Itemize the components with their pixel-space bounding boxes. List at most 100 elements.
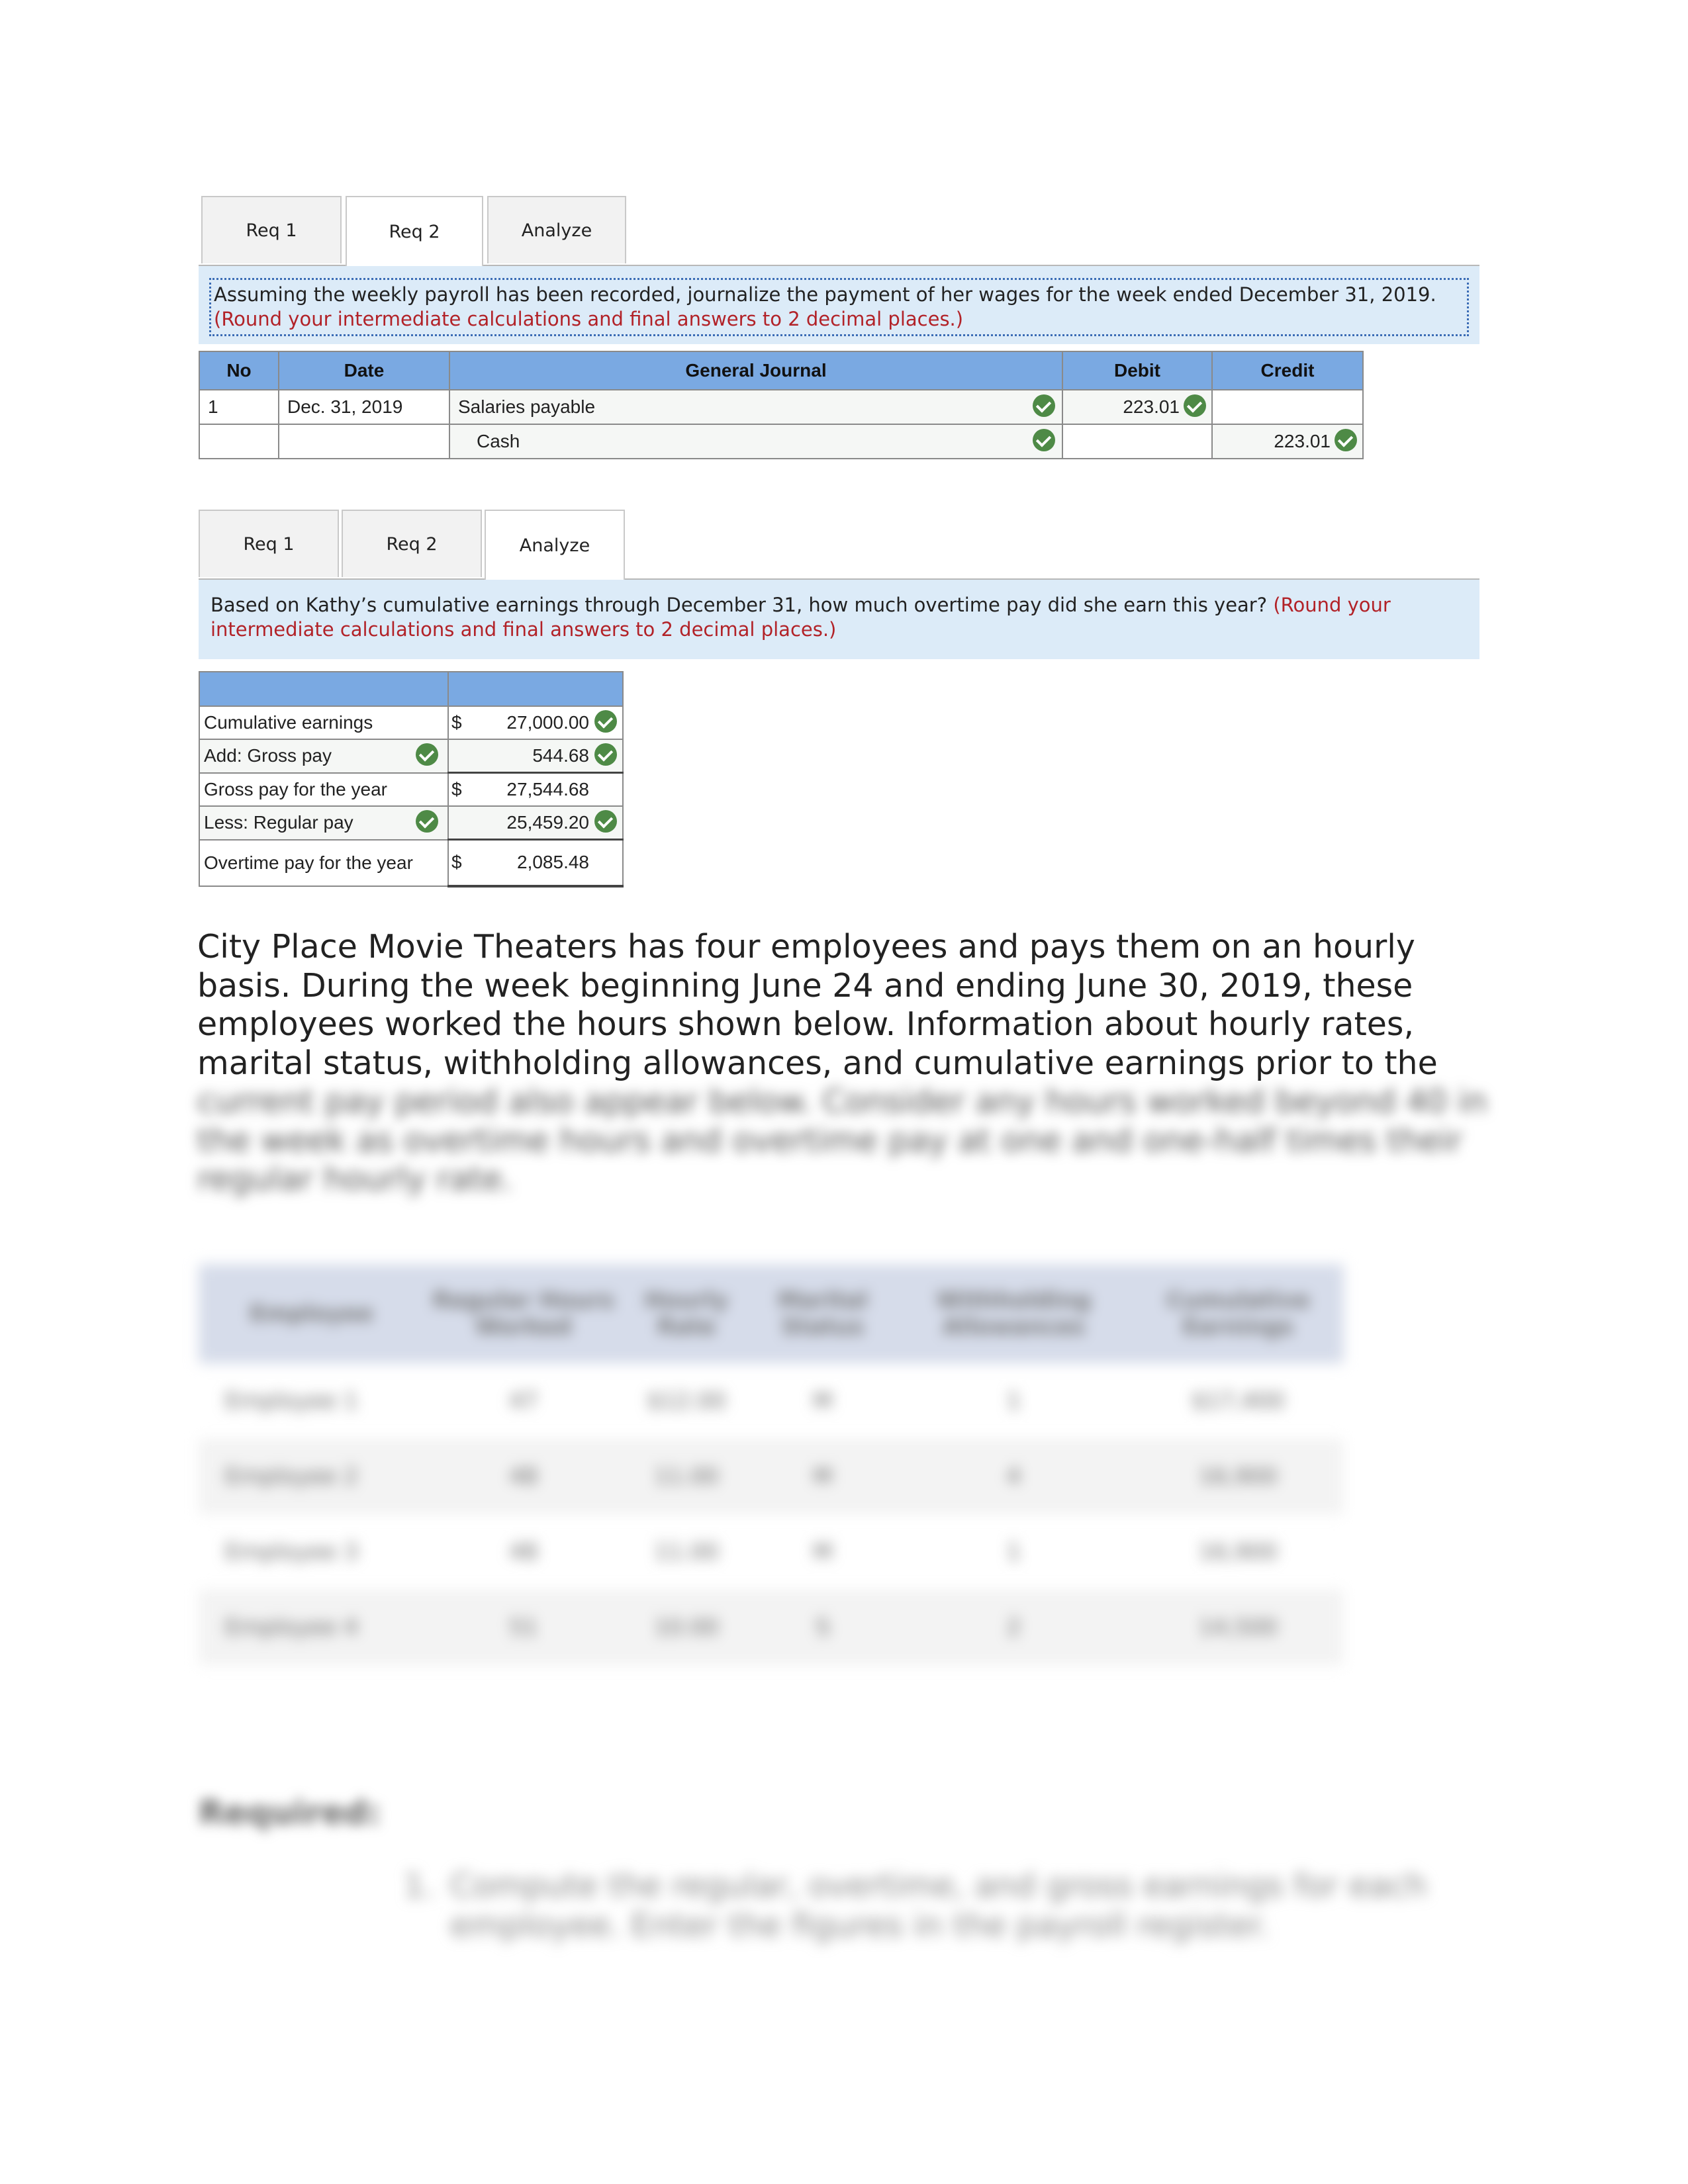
correct-check-icon: [1335, 429, 1357, 451]
general-journal-table: No Date General Journal Debit Credit 1 D…: [199, 351, 1364, 459]
instruction-panel-req2: Assuming the weekly payroll has been rec…: [199, 266, 1479, 344]
row-value-cell[interactable]: $ 27,000.00: [447, 705, 624, 740]
analysis-row: Less: Regular pay 25,459.20: [199, 805, 624, 841]
account-cell[interactable]: Cash: [449, 424, 1063, 459]
earnings: 14,500: [1132, 1590, 1344, 1665]
dollar-sign: $: [451, 712, 462, 733]
problem-text: City Place Movie Theaters has four emplo…: [197, 928, 1438, 1082]
journal-row: Cash 223.01: [199, 424, 1364, 459]
employee-header-row: Employee Regular Hours Worked Hourly Rat…: [199, 1264, 1344, 1363]
header-hours: Regular Hours Worked: [424, 1264, 623, 1363]
header-rate: Hourly Rate: [622, 1264, 751, 1363]
analysis-row: Overtime pay for the year $ 2,085.48: [199, 839, 624, 887]
dollar-sign: $: [451, 852, 462, 873]
header-general-journal: General Journal: [449, 351, 1063, 390]
correct-check-icon: [594, 710, 617, 733]
header-value: [447, 671, 624, 707]
allowances: 1: [1006, 1539, 1021, 1565]
correct-check-icon: [1033, 429, 1055, 451]
row-value[interactable]: 25,459.20: [506, 812, 589, 833]
correct-check-icon: [594, 810, 617, 833]
rate: 11.00: [654, 1539, 719, 1565]
debit-value[interactable]: 223.01: [1123, 396, 1180, 417]
required-item-text: Compute the regular, overtime, and gross…: [450, 1867, 1427, 1944]
instruction-text: Assuming the weekly payroll has been rec…: [214, 283, 1436, 306]
rounding-note: (Round your intermediate calculations an…: [214, 308, 964, 330]
employee-row: Employee 4 51 10.00 S 2 14,500: [199, 1590, 1344, 1665]
row-value-cell: $ 27,544.68: [447, 772, 624, 807]
tab-analyze[interactable]: Analyze: [487, 196, 626, 263]
row-label[interactable]: Add: Gross pay: [204, 745, 332, 766]
header-debit: Debit: [1062, 351, 1213, 390]
earnings: 16,900: [1132, 1439, 1344, 1514]
debit-cell[interactable]: [1062, 424, 1213, 459]
tab-req1[interactable]: Req 1: [199, 510, 339, 577]
employee-row: Employee 2 48 11.00 M 4 16,900: [199, 1439, 1344, 1514]
analysis-row: Add: Gross pay 544.68: [199, 739, 624, 774]
rate: 10.00: [622, 1590, 751, 1665]
rate: 11.00: [622, 1439, 751, 1514]
overtime-analysis-table: Cumulative earnings $ 27,000.00 Add: Gro…: [199, 671, 624, 887]
row-value[interactable]: 27,000.00: [506, 712, 589, 733]
row-label: Gross pay for the year: [199, 772, 449, 807]
correct-check-icon: [1184, 394, 1206, 417]
hours: 48: [509, 1539, 538, 1565]
debit-cell[interactable]: 223.01: [1062, 389, 1213, 425]
header-credit: Credit: [1211, 351, 1364, 390]
header-earnings: Cumulative Earnings: [1132, 1264, 1344, 1363]
row-value-cell[interactable]: 25,459.20: [447, 805, 624, 841]
employee-name: Employee 1: [225, 1388, 358, 1414]
account-name[interactable]: Salaries payable: [458, 396, 595, 417]
employee-name: Employee 4: [199, 1590, 424, 1665]
dollar-sign: $: [451, 779, 462, 799]
instruction-panel-analyze: Based on Kathy’s cumulative earnings thr…: [199, 580, 1479, 659]
entry-date[interactable]: Dec. 31, 2019: [278, 389, 450, 425]
correct-check-icon: [416, 743, 438, 766]
header-label: [199, 671, 449, 707]
allowances: 4: [895, 1439, 1133, 1514]
tab-req2[interactable]: Req 2: [342, 510, 482, 577]
employee-table: Employee Regular Hours Worked Hourly Rat…: [199, 1264, 1344, 1665]
credit-value[interactable]: 223.01: [1274, 431, 1331, 451]
row-value-cell[interactable]: 544.68: [447, 739, 624, 774]
tab-bar-analyze: Req 1 Req 2 Analyze: [199, 510, 1479, 580]
problem-statement: City Place Movie Theaters has four emplo…: [197, 928, 1488, 1199]
journal-header-row: No Date General Journal Debit Credit: [199, 351, 1364, 390]
tab-bar-req2: Req 1 Req 2 Analyze: [199, 196, 1479, 266]
entry-date[interactable]: [278, 424, 450, 459]
row-label[interactable]: Less: Regular pay: [204, 812, 353, 833]
analysis-header-row: [199, 671, 624, 707]
instruction-text-box: Assuming the weekly payroll has been rec…: [209, 278, 1469, 336]
tab-analyze[interactable]: Analyze: [485, 510, 625, 580]
account-name[interactable]: Cash: [477, 431, 520, 451]
tab-req1[interactable]: Req 1: [201, 196, 342, 263]
employee-row: Employee 1 47 $12.00 M 1 $17,400: [199, 1363, 1344, 1439]
tab-req2[interactable]: Req 2: [346, 196, 483, 266]
problem-text-blurred: current pay period also appear below. Co…: [197, 1083, 1487, 1198]
header-employee: Employee: [199, 1264, 424, 1363]
earnings: $17,400: [1191, 1388, 1285, 1414]
row-label: Overtime pay for the year: [199, 839, 449, 887]
row-value[interactable]: 544.68: [532, 745, 589, 766]
account-cell[interactable]: Salaries payable: [449, 389, 1063, 425]
employee-name: Employee 2: [199, 1439, 424, 1514]
header-no: No: [199, 351, 279, 390]
row-label-cell[interactable]: Less: Regular pay: [199, 805, 449, 841]
allowances: 1: [1006, 1388, 1021, 1414]
required-item-number: 1.: [404, 1867, 435, 1905]
hours: 51: [424, 1590, 623, 1665]
status: M: [750, 1439, 896, 1514]
row-label-cell[interactable]: Add: Gross pay: [199, 739, 449, 774]
credit-cell[interactable]: [1211, 389, 1364, 425]
required-item: 1. Compute the regular, overtime, and gr…: [404, 1866, 1443, 1946]
header-date: Date: [278, 351, 450, 390]
hours: 47: [509, 1388, 538, 1414]
employee-table-blurred: Employee Regular Hours Worked Hourly Rat…: [199, 1264, 1344, 1665]
row-value: 27,544.68: [506, 779, 589, 799]
credit-cell[interactable]: 223.01: [1211, 424, 1364, 459]
status: M: [813, 1539, 833, 1565]
correct-check-icon: [1033, 394, 1055, 417]
header-status: Marital Status: [750, 1264, 896, 1363]
instruction-text: Based on Kathy’s cumulative earnings thr…: [211, 594, 1268, 616]
row-value: 2,085.48: [517, 852, 589, 873]
